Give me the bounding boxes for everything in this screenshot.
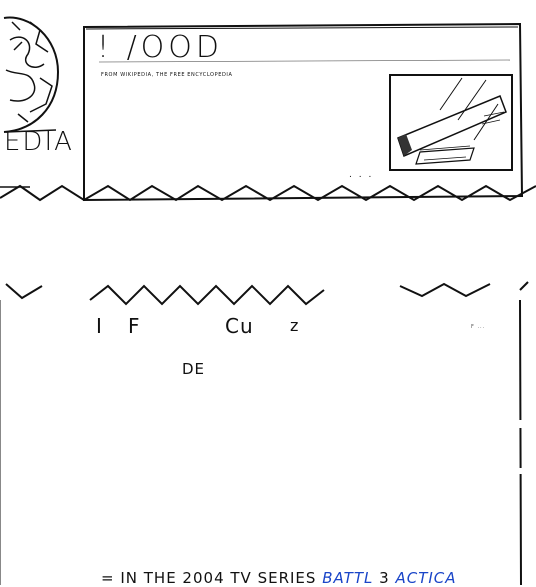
torn-edge-bottom xyxy=(5,283,43,300)
wiki-link-galactica[interactable]: ACTICA xyxy=(395,569,456,587)
puzzle-globe-icon xyxy=(3,16,60,133)
heading-fragment: I xyxy=(96,314,103,338)
article-title: ! /OOD xyxy=(97,30,223,65)
article-tagline: FROM WIKIPEDIA, THE FREE ENCYCLOPEDIA xyxy=(101,72,233,78)
body-text: 3 xyxy=(379,569,390,587)
wood-plank-sketch xyxy=(389,74,513,171)
sketch-layer xyxy=(0,16,536,585)
header-ellipsis: . . . xyxy=(349,170,374,180)
heading-fragment: z xyxy=(290,316,300,335)
text-fragment: DE xyxy=(182,360,206,378)
torn-edge-top xyxy=(0,184,536,202)
heading-fragment: F xyxy=(128,314,141,338)
article-body-line: = IN THE 2004 TV SERIES BATTL 3 ACTICA xyxy=(101,569,457,587)
logo-wordmark: EDIA xyxy=(4,127,74,157)
text-fragment: F ... xyxy=(471,324,486,330)
wiki-link-battlestar[interactable]: BATTL xyxy=(322,569,373,587)
heading-fragment: Cu xyxy=(225,314,254,338)
body-text: = IN THE 2004 TV SERIES xyxy=(101,569,317,587)
page-right-border xyxy=(519,299,522,585)
